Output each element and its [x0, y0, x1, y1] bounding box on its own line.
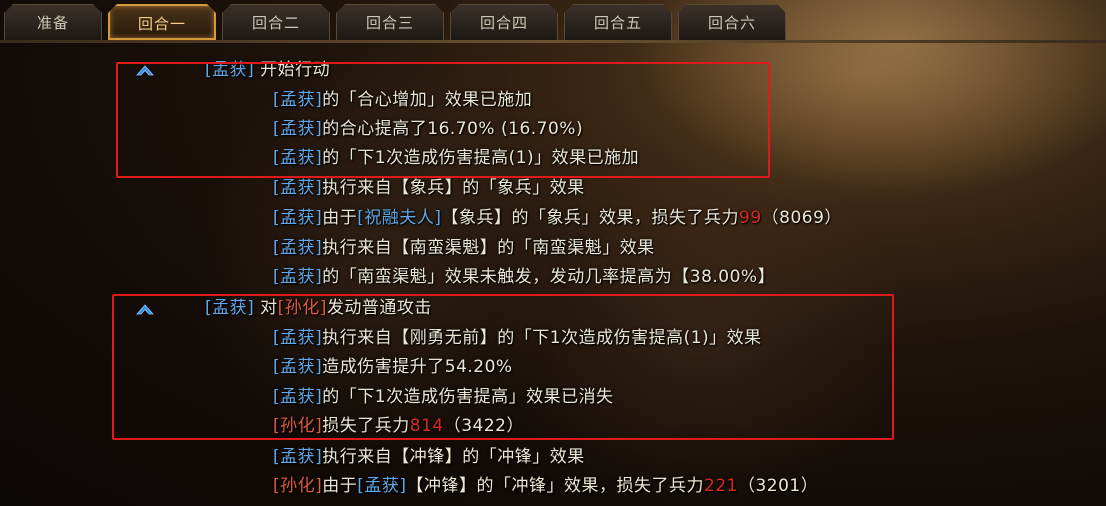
unit-name-ally: [孟获]	[357, 476, 407, 496]
unit-name-ally: [孟获]	[273, 238, 323, 258]
unit-name-ally: [孟获]	[205, 60, 255, 80]
damage-number: 814	[409, 416, 444, 436]
log-line: [孟获]造成伤害提升了54.20%	[273, 357, 513, 377]
chevron-up-icon[interactable]	[135, 302, 155, 316]
unit-name-ally: [孟获]	[273, 387, 323, 407]
log-line: [孟获]的「南蛮渠魁」效果未触发，发动几率提高为【38.00%】	[273, 267, 776, 287]
battle-log: [孟获] 开始行动 [孟获]的「合心增加」效果已施加 [孟获]的合心提高了16.…	[0, 44, 1106, 506]
round-tab-bar: 准备 回合一 回合二 回合三 回合四 回合五 回合六	[0, 0, 1106, 44]
tab-round-1[interactable]: 回合一	[108, 4, 216, 40]
log-line: [孟获]由于[祝融夫人]【象兵】的「象兵」效果，损失了兵力99（8069）	[273, 208, 842, 228]
damage-number: 99	[739, 208, 762, 228]
tab-prepare[interactable]: 准备	[4, 4, 102, 40]
unit-name-enemy: [孙化]	[273, 416, 323, 436]
log-line: [孟获]的「合心增加」效果已施加	[273, 90, 533, 110]
log-line-action-start: [孟获] 开始行动	[205, 60, 331, 80]
log-line: [孟获]的「下1次造成伤害提高(1)」效果已施加	[273, 148, 640, 168]
unit-name-ally: [孟获]	[273, 267, 323, 287]
tab-round-6[interactable]: 回合六	[678, 4, 786, 40]
unit-name-ally: [孟获]	[273, 328, 323, 348]
unit-name-ally: [孟获]	[273, 208, 323, 228]
tab-round-2[interactable]: 回合二	[222, 4, 330, 40]
unit-name-ally: [孟获]	[273, 90, 323, 110]
unit-name-ally: [孟获]	[205, 298, 255, 318]
log-line: [孙化]由于[孟获]【冲锋】的「冲锋」效果，损失了兵力221（3201）	[273, 476, 819, 496]
unit-name-ally: [孟获]	[273, 178, 323, 198]
unit-name-ally: [孟获]	[273, 148, 323, 168]
log-line: [孟获]执行来自【冲锋】的「冲锋」效果	[273, 447, 585, 467]
unit-name-ally: [孟获]	[273, 447, 323, 467]
log-line: [孟获]的合心提高了16.70% (16.70%)	[273, 119, 584, 139]
log-line: [孙化]损失了兵力814（3422）	[273, 416, 524, 436]
unit-name-enemy: [孙化]	[273, 476, 323, 496]
log-line: [孟获]执行来自【南蛮渠魁】的「南蛮渠魁」效果	[273, 238, 655, 258]
log-line: [孟获]执行来自【刚勇无前】的「下1次造成伤害提高(1)」效果	[273, 328, 762, 348]
tab-round-3[interactable]: 回合三	[336, 4, 444, 40]
log-line: [孟获]执行来自【象兵】的「象兵」效果	[273, 178, 585, 198]
unit-name-ally: [孟获]	[273, 119, 323, 139]
log-line: [孟获]的「下1次造成伤害提高」效果已消失	[273, 387, 614, 407]
tab-round-5[interactable]: 回合五	[564, 4, 672, 40]
tab-round-4[interactable]: 回合四	[450, 4, 558, 40]
unit-name-ally: [祝融夫人]	[357, 208, 442, 228]
unit-name-enemy: [孙化]	[277, 298, 327, 318]
chevron-up-icon[interactable]	[135, 63, 155, 77]
unit-name-ally: [孟获]	[273, 357, 323, 377]
tab-bar-divider	[0, 40, 1106, 43]
damage-number: 221	[704, 476, 738, 496]
log-line-attack: [孟获] 对[孙化]发动普通攻击	[205, 298, 432, 318]
